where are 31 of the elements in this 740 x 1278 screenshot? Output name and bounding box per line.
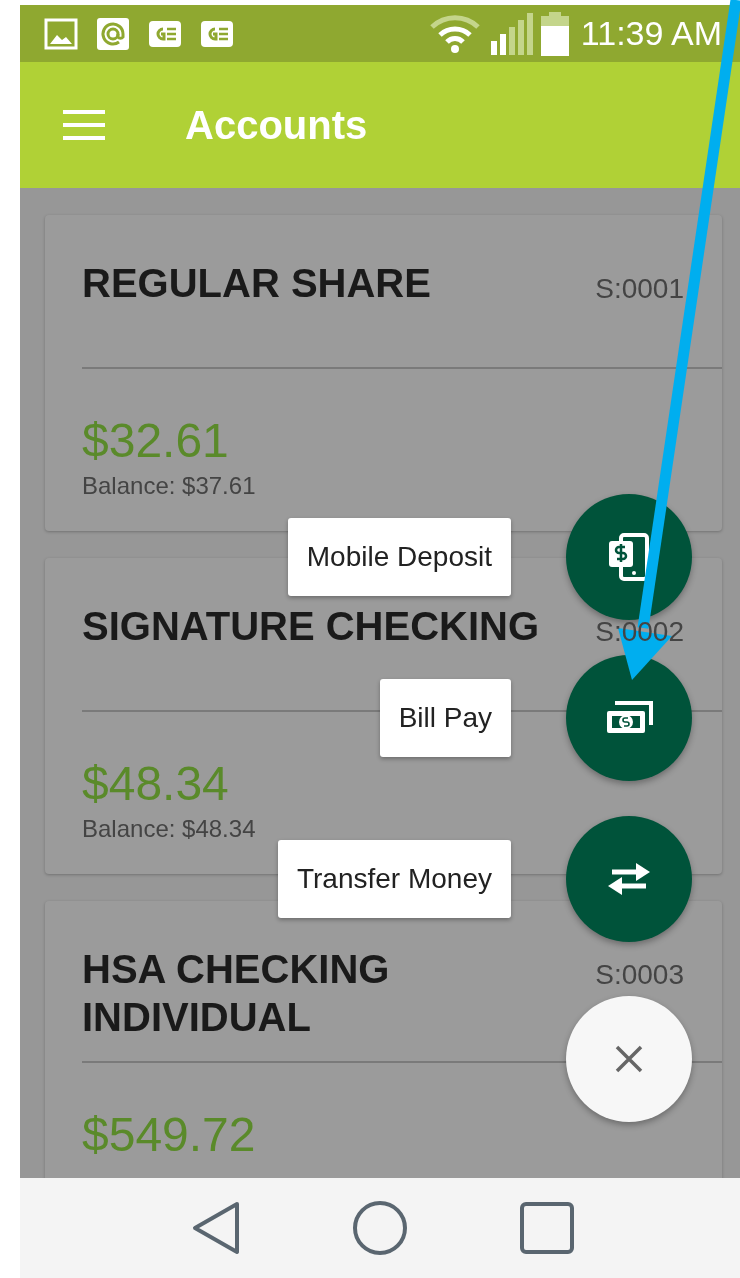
- picture-icon: [44, 17, 78, 50]
- status-time: 11:39 AM: [580, 14, 722, 53]
- action-label[interactable]: Mobile Deposit: [287, 518, 511, 596]
- at-sign-icon: [96, 16, 130, 51]
- action-label[interactable]: Transfer Money: [277, 840, 511, 918]
- recent-apps-icon[interactable]: [518, 1201, 575, 1255]
- swap-arrows-icon: [606, 861, 652, 897]
- wifi-icon: [428, 13, 481, 54]
- battery-icon: [540, 11, 569, 56]
- account-name: REGULAR SHARE: [82, 260, 431, 307]
- back-icon[interactable]: [190, 1201, 241, 1255]
- menu-icon: [63, 110, 105, 140]
- notification-icon: [148, 19, 182, 48]
- app-bar-title: Accounts: [185, 102, 368, 148]
- account-amount: $32.61: [82, 415, 230, 468]
- account-amount: $549.72: [82, 1108, 257, 1162]
- account-balance: Balance: $37.61: [82, 471, 257, 500]
- signal-icon: [488, 12, 533, 55]
- account-number: S:0003: [595, 958, 684, 991]
- close-icon: [614, 1044, 644, 1074]
- account-balance: Balance: $48.34: [82, 814, 257, 843]
- notification-icon: [200, 19, 234, 48]
- action-label[interactable]: Bill Pay: [379, 679, 511, 757]
- account-card[interactable]: REGULAR SHARE S:0001 $32.61 Balance: $37.61: [45, 215, 722, 531]
- home-icon[interactable]: [351, 1200, 408, 1256]
- mobile-deposit-icon: [607, 533, 651, 581]
- cash-icon: [605, 701, 653, 735]
- account-amount: $48.34: [82, 757, 230, 811]
- account-number: S:0001: [595, 273, 684, 305]
- account-name: HSA CHECKING INDIVIDUAL: [82, 945, 391, 1041]
- account-name: SIGNATURE CHECKING: [82, 602, 540, 650]
